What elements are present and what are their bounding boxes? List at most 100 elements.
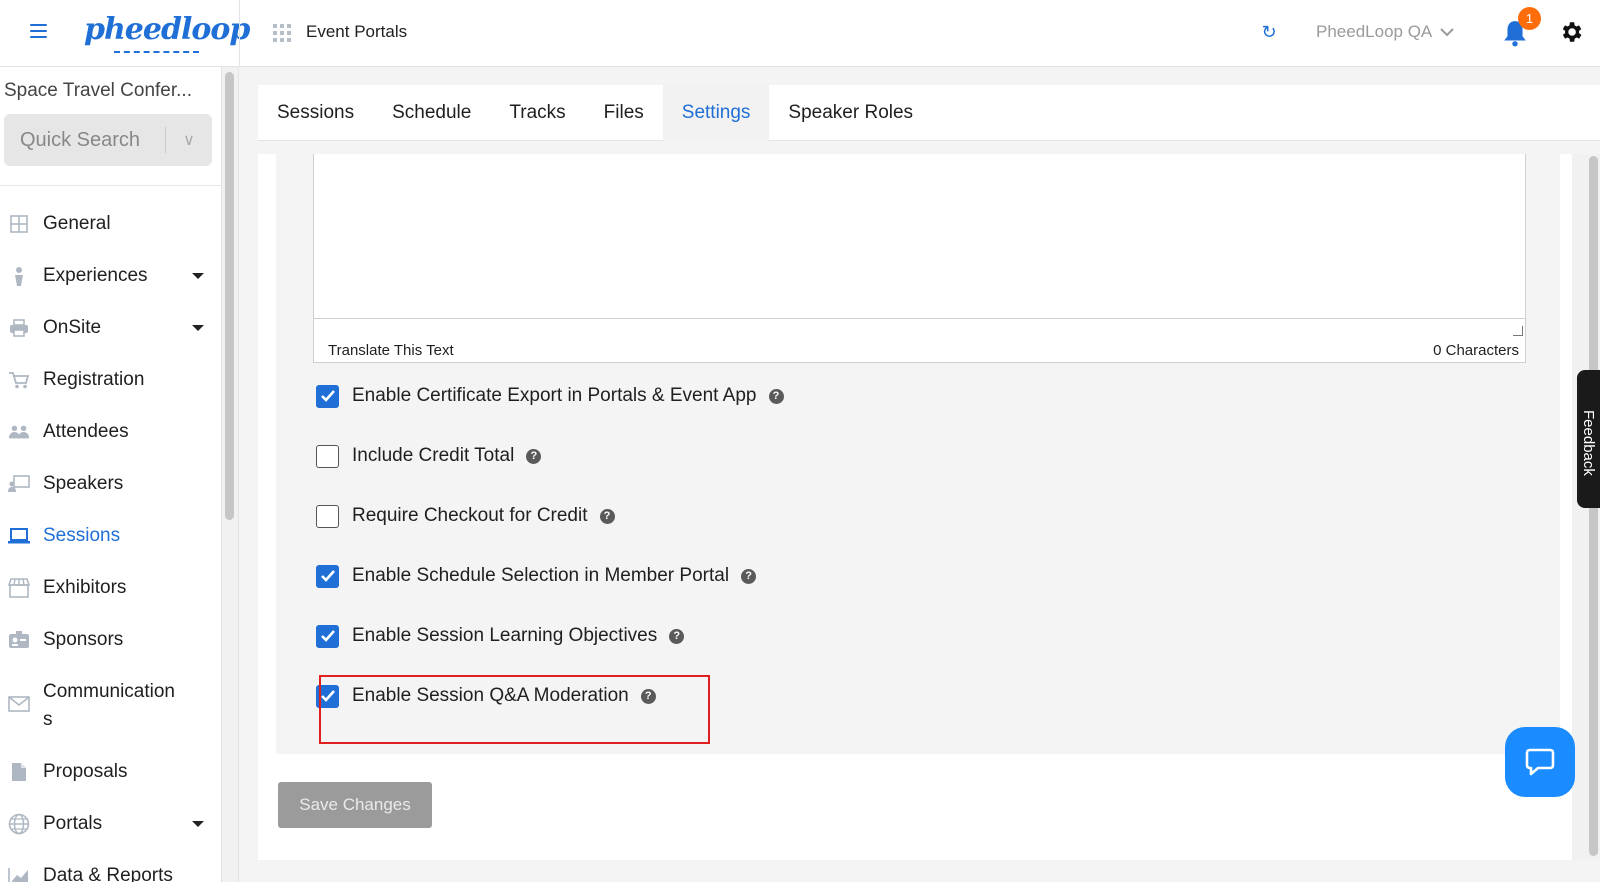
schedule-selection-checkbox[interactable] [316, 564, 339, 588]
sidebar-item-label: Attendees [43, 421, 129, 442]
option-label: Include Credit Total [352, 445, 515, 466]
tab-bar: Sessions Schedule Tracks Files Settings … [258, 85, 1600, 141]
badge-icon [8, 629, 30, 651]
require-checkout-checkbox[interactable] [316, 504, 339, 528]
character-count: 0 Characters [1433, 342, 1519, 359]
sidebar-item-onsite[interactable]: OnSite [0, 302, 222, 354]
resize-handle-icon[interactable] [1513, 326, 1523, 336]
sidebar-item-registration[interactable]: Registration [0, 354, 222, 406]
option-label: Enable Schedule Selection in Member Port… [352, 565, 730, 586]
logo-text: pheedloop [84, 12, 250, 47]
option-label: Enable Session Learning Objectives [352, 625, 658, 646]
feedback-label: Feedback [1580, 410, 1597, 476]
sidebar-item-label: Registration [43, 369, 145, 390]
learning-objectives-checkbox[interactable] [316, 624, 339, 648]
tab-schedule[interactable]: Schedule [373, 85, 490, 141]
save-changes-button[interactable]: Save Changes [278, 782, 432, 828]
sidebar-item-attendees[interactable]: Attendees [0, 406, 222, 458]
checkmark-icon [320, 630, 335, 642]
grid-icon [8, 213, 30, 235]
chat-bubble-icon [1525, 748, 1555, 776]
sidebar-item-proposals[interactable]: Proposals [0, 746, 222, 798]
sidebar-item-sponsors[interactable]: Sponsors [0, 614, 222, 666]
help-icon[interactable]: ? [741, 568, 757, 584]
tab-settings[interactable]: Settings [662, 85, 770, 141]
feedback-tab[interactable]: Feedback [1577, 370, 1600, 508]
option-label: Enable Certificate Export in Portals & E… [352, 385, 757, 406]
sidebar-item-label: Sessions [43, 525, 121, 546]
include-credit-total-checkbox[interactable] [316, 444, 339, 468]
sidebar-item-label: Portals [43, 813, 103, 834]
bottom-strip [258, 860, 1600, 882]
option-require-checkout: Require Checkout for Credit ? [316, 501, 615, 531]
laptop-icon [8, 525, 30, 547]
sidebar-item-data-reports[interactable]: Data & Reports [0, 850, 222, 882]
cart-icon [8, 369, 30, 391]
sidebar-item-portals[interactable]: Portals [0, 798, 222, 850]
globe-icon [8, 813, 30, 835]
checkmark-icon [320, 390, 335, 402]
hamburger-menu-icon[interactable] [30, 24, 47, 38]
user-menu[interactable]: PheedLoop QA [1316, 22, 1454, 42]
chevron-down-icon [1440, 28, 1454, 37]
sidebar-item-speakers[interactable]: Speakers [0, 458, 222, 510]
option-schedule-selection: Enable Schedule Selection in Member Port… [316, 561, 757, 591]
tab-sessions[interactable]: Sessions [258, 85, 373, 141]
sidebar-item-experiences[interactable]: Experiences [0, 250, 222, 302]
quick-search-input[interactable]: Quick Search ∨ [4, 114, 212, 166]
option-certificate-export: Enable Certificate Export in Portals & E… [316, 381, 784, 411]
option-learning-objectives: Enable Session Learning Objectives ? [316, 621, 685, 651]
caret-down-icon[interactable] [192, 325, 204, 331]
mail-icon [8, 693, 30, 715]
help-icon[interactable]: ? [669, 628, 685, 644]
gear-icon[interactable] [1558, 19, 1584, 45]
tab-files[interactable]: Files [585, 85, 663, 141]
chart-icon [8, 865, 30, 882]
printer-icon [8, 317, 30, 339]
help-icon[interactable]: ? [768, 388, 784, 404]
tab-tracks[interactable]: Tracks [490, 85, 584, 141]
logo-dash [114, 51, 199, 53]
apps-grid-icon[interactable] [273, 24, 291, 42]
settings-content: Translate This Text 0 Characters Enable … [258, 154, 1572, 860]
sidebar-item-label: General [43, 213, 111, 234]
sidebar-item-label: OnSite [43, 317, 102, 338]
pheedloop-logo[interactable]: pheedloop [84, 8, 250, 58]
people-icon [8, 421, 30, 443]
event-name[interactable]: Space Travel Confer... [4, 80, 214, 102]
notification-badge: 1 [1518, 7, 1541, 30]
translate-text-link[interactable]: Translate This Text [328, 342, 454, 359]
sidebar-item-sessions[interactable]: Sessions [0, 510, 222, 562]
chevron-down-icon[interactable]: ∨ [166, 130, 212, 150]
top-bar: pheedloop Event Portals ↻ PheedLoop QA 1 [0, 0, 1600, 67]
topbar-divider [239, 0, 240, 67]
certificate-export-checkbox[interactable] [316, 384, 339, 408]
checkmark-icon [320, 570, 335, 582]
storefront-icon [8, 577, 30, 599]
user-name: PheedLoop QA [1316, 22, 1433, 41]
help-icon[interactable]: ? [526, 448, 542, 464]
settings-panel: Translate This Text 0 Characters Enable … [276, 154, 1560, 754]
sidebar-item-label: Experiences [43, 265, 148, 286]
text-editor-area[interactable] [314, 154, 1525, 319]
tab-speaker-roles[interactable]: Speaker Roles [769, 85, 932, 141]
presenter-icon [8, 473, 30, 495]
sidebar-divider [0, 185, 222, 186]
document-icon [8, 761, 30, 783]
sidebar-item-label: Exhibitors [43, 577, 127, 598]
refresh-icon[interactable]: ↻ [1259, 22, 1279, 42]
sidebar-item-label: Speakers [43, 473, 124, 494]
sidebar-scrollbar-thumb[interactable] [225, 72, 234, 520]
chat-button[interactable] [1505, 727, 1575, 797]
help-icon[interactable]: ? [599, 508, 615, 524]
rich-text-editor: Translate This Text 0 Characters [313, 154, 1526, 363]
sidebar-item-label: Sponsors [43, 629, 124, 650]
quick-search-placeholder: Quick Search [20, 128, 141, 151]
caret-down-icon[interactable] [192, 821, 204, 827]
sidebar-item-exhibitors[interactable]: Exhibitors [0, 562, 222, 614]
sidebar-item-label: Communication s [43, 681, 175, 730]
option-include-credit-total: Include Credit Total ? [316, 441, 542, 471]
sidebar-item-general[interactable]: General [0, 198, 222, 250]
caret-down-icon[interactable] [192, 273, 204, 279]
sidebar-item-communications[interactable]: Communication s [0, 666, 222, 746]
